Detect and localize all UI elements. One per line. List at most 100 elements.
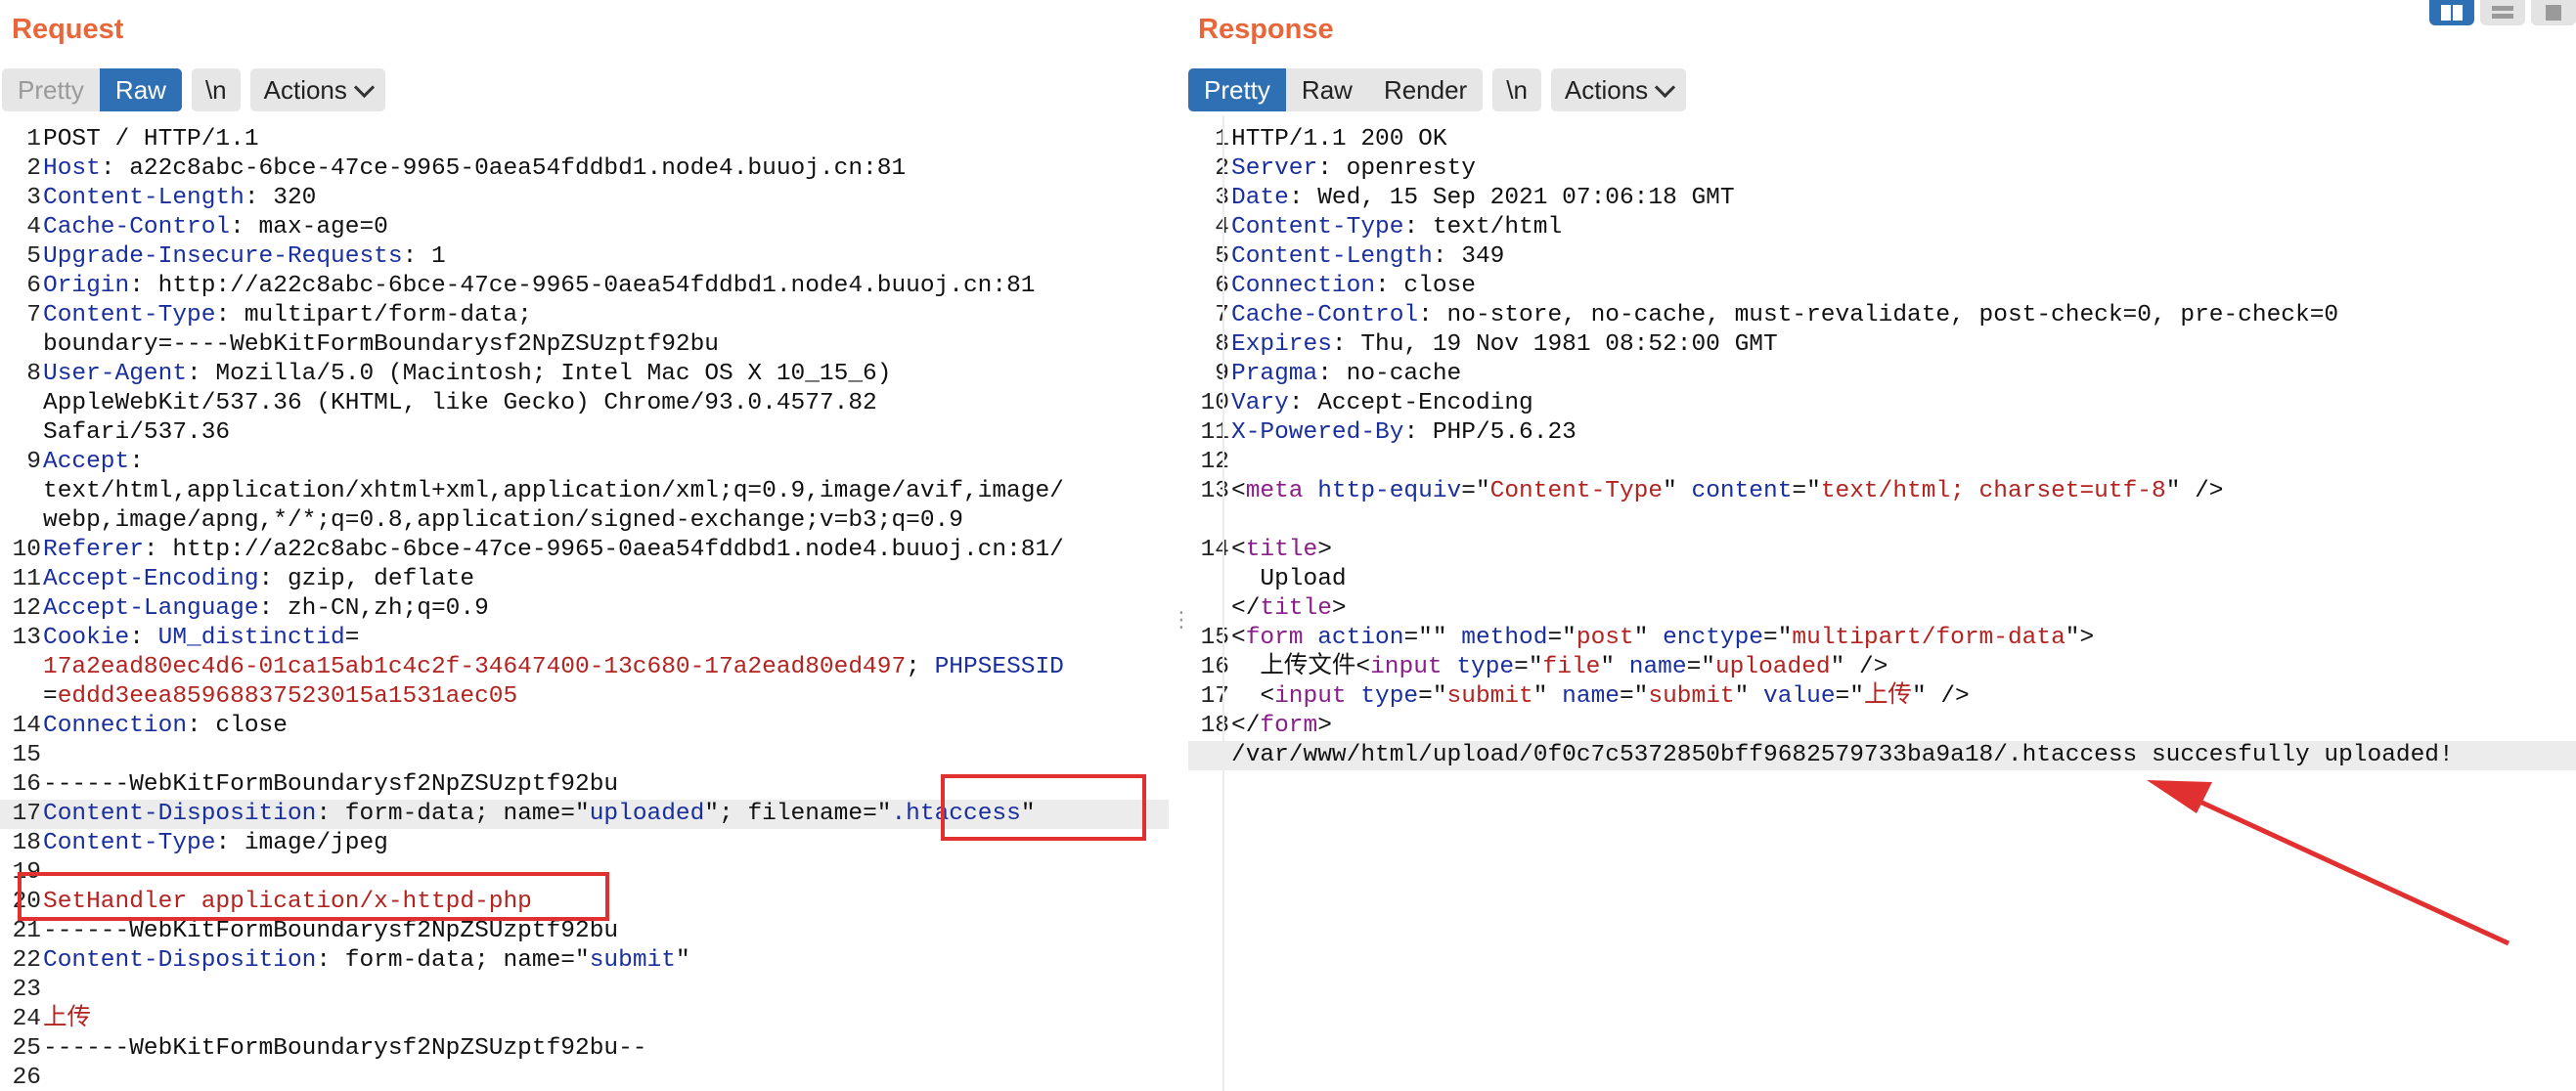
request-token: Origin <box>43 273 130 299</box>
single-layout-icon[interactable] <box>2531 0 2576 25</box>
response-token: Pragma <box>1231 361 1318 387</box>
response-token: meta <box>1245 478 1304 504</box>
response-line-text: 上传文件<input type="file" name="uploaded" /… <box>1231 653 1888 682</box>
rows-layout-icon[interactable] <box>2480 0 2525 25</box>
chevron-down-icon <box>353 76 375 98</box>
response-actions-button[interactable]: Actions <box>1550 68 1687 111</box>
response-code-line: 11 X-Powered-By: PHP/5.6.23 <box>1188 418 2576 448</box>
response-token: uploaded <box>1714 654 1831 680</box>
request-token: : 320 <box>244 185 317 211</box>
request-tab-pretty[interactable]: Pretty <box>2 68 100 111</box>
request-token: : a22c8abc-6bce-47ce-9965-0aea54fddbd1.n… <box>100 155 907 182</box>
request-token: : Mozilla/5.0 (Macintosh; Intel Mac OS X… <box>187 361 892 387</box>
request-newline-toggle[interactable]: \n <box>191 68 241 111</box>
pane-divider[interactable] <box>1169 0 1188 1091</box>
response-token: form <box>1245 625 1304 651</box>
response-code-line: Upload <box>1188 565 2576 594</box>
request-line-text: 上传 <box>43 1005 91 1034</box>
response-token: : no-store, no-cache, must-revalidate, p… <box>1418 302 2339 328</box>
response-token: " /> <box>1830 654 1888 680</box>
response-actions-label: Actions <box>1564 75 1649 105</box>
request-line-text: Accept-Encoding: gzip, deflate <box>43 565 474 594</box>
response-token: " /> <box>2165 478 2224 504</box>
request-token: 17a2ead80ec4d6-01ca15ab1c4c2f-34647400-1… <box>43 654 907 680</box>
response-token: text/html; charset=utf-8 <box>1820 478 2166 504</box>
response-line-text: /var/www/html/upload/0f0c7c5372850bff968… <box>1231 741 2454 770</box>
request-line-text: ------WebKitFormBoundarysf2NpZSUzptf92bu… <box>43 1034 647 1064</box>
response-tab-pretty[interactable]: Pretty <box>1188 68 1286 111</box>
request-line-number: 7 <box>26 302 41 328</box>
response-tab-raw[interactable]: Raw <box>1286 68 1368 111</box>
response-token: X-Powered-By <box>1231 419 1404 446</box>
request-line-text: Content-Type: multipart/form-data; <box>43 301 532 330</box>
request-line-text: Content-Length: 320 <box>43 184 316 213</box>
response-code-line: 2Server: openresty <box>1188 154 2576 184</box>
response-gutter-line <box>1222 115 1224 1091</box>
response-token: http-equiv <box>1317 478 1462 504</box>
request-line-text: Cache-Control: max-age=0 <box>43 213 388 242</box>
response-token: content <box>1691 478 1793 504</box>
request-line-number: 21 <box>12 918 41 944</box>
request-code-line: 13 Cookie: UM_distinctid= <box>0 624 1169 653</box>
request-line-number: 6 <box>26 273 41 299</box>
response-token: " <box>1600 654 1629 680</box>
response-token: =" <box>1763 625 1793 651</box>
response-code-line: /var/www/html/upload/0f0c7c5372850bff968… <box>1188 741 2576 770</box>
request-line-number: 15 <box>12 742 41 768</box>
response-editor[interactable]: 1HTTP/1.1 200 OK2Server: openresty3Date:… <box>1188 125 2576 770</box>
request-view-tabs: Pretty Raw <box>2 68 182 111</box>
response-token <box>1304 625 1318 651</box>
request-token: AppleWebKit/537.36 (KHTML, like Gecko) C… <box>43 390 877 416</box>
response-code-line: 12 <box>1188 448 2576 477</box>
request-code-line: Safari/537.36 <box>0 418 1169 448</box>
response-line-text: <form action="" method="post" enctype="m… <box>1231 624 2094 653</box>
request-token: Host <box>43 155 101 182</box>
response-token: type <box>1360 683 1419 710</box>
request-token: text/html,application/xhtml+xml,applicat… <box>43 478 1064 504</box>
response-token: input <box>1274 683 1347 710</box>
response-line-number <box>1188 565 1231 594</box>
response-line-number: 7 <box>1188 301 1231 330</box>
response-line-number: 6 <box>1188 272 1231 301</box>
response-token: type <box>1456 654 1515 680</box>
request-line-number <box>0 506 43 536</box>
layout-switcher <box>2429 0 2576 25</box>
response-line-number <box>1188 741 1231 770</box>
response-line-number: 13 <box>1200 478 1229 504</box>
request-token: : gzip, deflate <box>258 566 475 592</box>
response-token: Content-Type <box>1231 214 1404 240</box>
request-token: : multipart/form-data; <box>215 302 532 328</box>
request-line-text: Accept: <box>43 448 144 477</box>
split-layout-icon[interactable] <box>2429 0 2474 25</box>
request-line-number: 23 <box>12 977 41 1003</box>
response-line-number: 11 <box>1200 419 1229 446</box>
request-editor[interactable]: 1 POST / HTTP/1.1 2 Host: a22c8abc-6bce-47c… <box>0 125 1169 1091</box>
request-line-number: 16 <box>12 771 41 798</box>
response-token: 上传 <box>1863 683 1912 710</box>
request-token: ------WebKitFormBoundarysf2NpZSUzptf92bu <box>43 771 619 798</box>
request-line-number: 18 <box>12 830 41 856</box>
request-line-number: 12 <box>12 595 41 622</box>
request-tab-raw[interactable]: Raw <box>99 68 182 111</box>
response-token <box>1443 654 1457 680</box>
request-token: : close <box>187 713 288 739</box>
request-token: boundary=----WebKitFormBoundarysf2NpZSUz… <box>43 331 720 358</box>
request-code-line: 23 <box>0 976 1169 1005</box>
response-token: file <box>1542 654 1601 680</box>
request-line-text: Cookie: UM_distinctid= <box>43 624 359 653</box>
response-line-text: Pragma: no-cache <box>1231 360 1461 389</box>
request-code-line: 8 User-Agent: Mozilla/5.0 (Macintosh; Int… <box>0 360 1169 389</box>
response-line-text: <input type="submit" name="submit" value… <box>1231 682 1969 712</box>
response-code-line: 8Expires: Thu, 19 Nov 1981 08:52:00 GMT <box>1188 330 2576 360</box>
response-token: : PHP/5.6.23 <box>1403 419 1577 446</box>
request-line-number: 24 <box>12 1006 41 1032</box>
response-token: 上传文件< <box>1231 654 1371 680</box>
response-line-number: 12 <box>1200 449 1229 475</box>
response-token: /var/www/html/upload/0f0c7c5372850bff968… <box>1231 742 2454 768</box>
response-token: submit <box>1648 683 1735 710</box>
request-actions-button[interactable]: Actions <box>249 68 385 111</box>
request-token: : max-age=0 <box>230 214 388 240</box>
request-code-line: 24 上传 <box>0 1005 1169 1034</box>
response-tab-render[interactable]: Render <box>1368 68 1483 111</box>
response-newline-toggle[interactable]: \n <box>1492 68 1541 111</box>
